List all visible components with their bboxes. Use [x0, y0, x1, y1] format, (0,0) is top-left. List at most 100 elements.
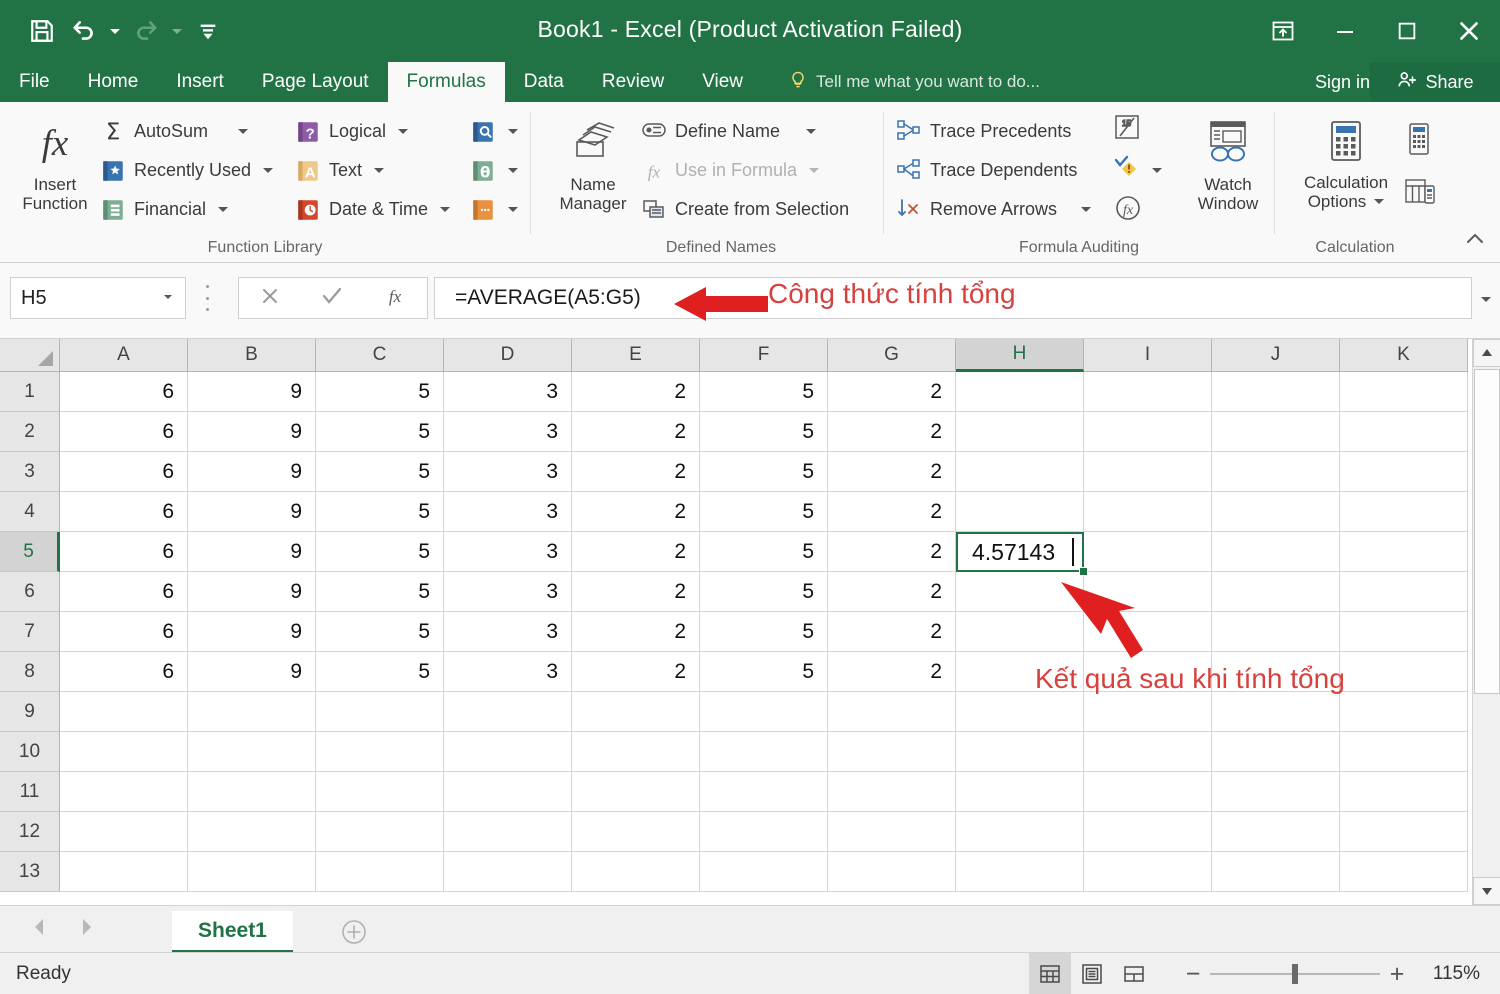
cell-F7[interactable]: 5: [700, 612, 828, 652]
recently-used-caret-icon[interactable]: [263, 168, 273, 173]
cell-F2[interactable]: 5: [700, 412, 828, 452]
cell-E7[interactable]: 2: [572, 612, 700, 652]
cell-F6[interactable]: 5: [700, 572, 828, 612]
cell-C12[interactable]: [316, 812, 444, 852]
cell-E9[interactable]: [572, 692, 700, 732]
row-header-10[interactable]: 10: [0, 732, 60, 772]
expand-formula-bar-icon[interactable]: [1476, 289, 1496, 309]
cell-B6[interactable]: 9: [188, 572, 316, 612]
normal-view-icon[interactable]: [1029, 953, 1071, 994]
cell-E1[interactable]: 2: [572, 372, 700, 412]
cell-G5[interactable]: 2: [828, 532, 956, 572]
cell-F10[interactable]: [700, 732, 828, 772]
tab-file[interactable]: File: [0, 62, 69, 102]
cell-F4[interactable]: 5: [700, 492, 828, 532]
cell-B7[interactable]: 9: [188, 612, 316, 652]
column-header-A[interactable]: A: [60, 339, 188, 372]
cell-J12[interactable]: [1212, 812, 1340, 852]
cell-J13[interactable]: [1212, 852, 1340, 892]
cell-K8[interactable]: [1340, 652, 1468, 692]
cell-A5[interactable]: 6: [60, 532, 188, 572]
share-button[interactable]: Share: [1370, 62, 1500, 102]
cell-I10[interactable]: [1084, 732, 1212, 772]
cell-J9[interactable]: [1212, 692, 1340, 732]
row-header-12[interactable]: 12: [0, 812, 60, 852]
more-functions-button[interactable]: [470, 190, 518, 229]
cell-I13[interactable]: [1084, 852, 1212, 892]
cell-K11[interactable]: [1340, 772, 1468, 812]
calculation-options-caret-icon[interactable]: [1374, 199, 1384, 204]
cell-A1[interactable]: 6: [60, 372, 188, 412]
cell-A2[interactable]: 6: [60, 412, 188, 452]
cell-K4[interactable]: [1340, 492, 1468, 532]
row-header-5[interactable]: 5: [0, 532, 60, 572]
select-all-corner[interactable]: [0, 339, 60, 372]
column-header-D[interactable]: D: [444, 339, 572, 372]
row-header-1[interactable]: 1: [0, 372, 60, 412]
cell-H3[interactable]: [956, 452, 1084, 492]
cell-B1[interactable]: 9: [188, 372, 316, 412]
cell-A4[interactable]: 6: [60, 492, 188, 532]
tab-review[interactable]: Review: [583, 62, 683, 102]
cell-H9[interactable]: [956, 692, 1084, 732]
cell-H10[interactable]: [956, 732, 1084, 772]
cell-K6[interactable]: [1340, 572, 1468, 612]
cell-H12[interactable]: [956, 812, 1084, 852]
cell-C6[interactable]: 5: [316, 572, 444, 612]
cell-F12[interactable]: [700, 812, 828, 852]
cell-E2[interactable]: 2: [572, 412, 700, 452]
vertical-scrollbar-thumb[interactable]: [1474, 369, 1500, 694]
cell-K7[interactable]: [1340, 612, 1468, 652]
text-caret-icon[interactable]: [374, 168, 384, 173]
cell-area[interactable]: 6953252695325269532526953252695325269532…: [60, 372, 1468, 892]
scroll-down-icon[interactable]: [1473, 877, 1500, 905]
scroll-up-icon[interactable]: [1473, 339, 1500, 367]
cell-A10[interactable]: [60, 732, 188, 772]
remove-arrows-caret-icon[interactable]: [1081, 207, 1091, 212]
cell-B8[interactable]: 9: [188, 652, 316, 692]
cell-C10[interactable]: [316, 732, 444, 772]
minimize-icon[interactable]: [1314, 0, 1376, 62]
cell-J1[interactable]: [1212, 372, 1340, 412]
cell-E10[interactable]: [572, 732, 700, 772]
row-header-13[interactable]: 13: [0, 852, 60, 892]
use-in-formula-button[interactable]: fx Use in Formula: [641, 151, 849, 190]
cell-D9[interactable]: [444, 692, 572, 732]
cell-B13[interactable]: [188, 852, 316, 892]
cell-D8[interactable]: 3: [444, 652, 572, 692]
cell-D2[interactable]: 3: [444, 412, 572, 452]
cell-G11[interactable]: [828, 772, 956, 812]
cell-E5[interactable]: 2: [572, 532, 700, 572]
enter-icon[interactable]: [320, 284, 344, 313]
cell-C9[interactable]: [316, 692, 444, 732]
tab-formulas[interactable]: Formulas: [388, 62, 505, 102]
page-break-preview-icon[interactable]: [1113, 953, 1155, 994]
lookup-reference-button[interactable]: [470, 112, 518, 151]
zoom-slider-knob[interactable]: [1292, 964, 1298, 984]
cell-F8[interactable]: 5: [700, 652, 828, 692]
calculation-options-button[interactable]: Calculation Options: [1291, 110, 1401, 212]
cell-H4[interactable]: [956, 492, 1084, 532]
autosum-button[interactable]: Σ AutoSum: [100, 112, 273, 151]
row-header-8[interactable]: 8: [0, 652, 60, 692]
cell-A3[interactable]: 6: [60, 452, 188, 492]
cell-E6[interactable]: 2: [572, 572, 700, 612]
cell-H1[interactable]: [956, 372, 1084, 412]
cell-I4[interactable]: [1084, 492, 1212, 532]
create-from-selection-button[interactable]: Create from Selection: [641, 190, 849, 229]
restore-icon[interactable]: [1376, 0, 1438, 62]
cell-C11[interactable]: [316, 772, 444, 812]
use-in-formula-caret-icon[interactable]: [809, 168, 819, 173]
cell-F3[interactable]: 5: [700, 452, 828, 492]
cell-A12[interactable]: [60, 812, 188, 852]
cell-G6[interactable]: 2: [828, 572, 956, 612]
cell-B11[interactable]: [188, 772, 316, 812]
cell-G7[interactable]: 2: [828, 612, 956, 652]
cell-J10[interactable]: [1212, 732, 1340, 772]
error-checking-button[interactable]: [1112, 152, 1162, 188]
column-header-F[interactable]: F: [700, 339, 828, 372]
cell-J11[interactable]: [1212, 772, 1340, 812]
cell-D11[interactable]: [444, 772, 572, 812]
tab-data[interactable]: Data: [505, 62, 583, 102]
cell-D12[interactable]: [444, 812, 572, 852]
